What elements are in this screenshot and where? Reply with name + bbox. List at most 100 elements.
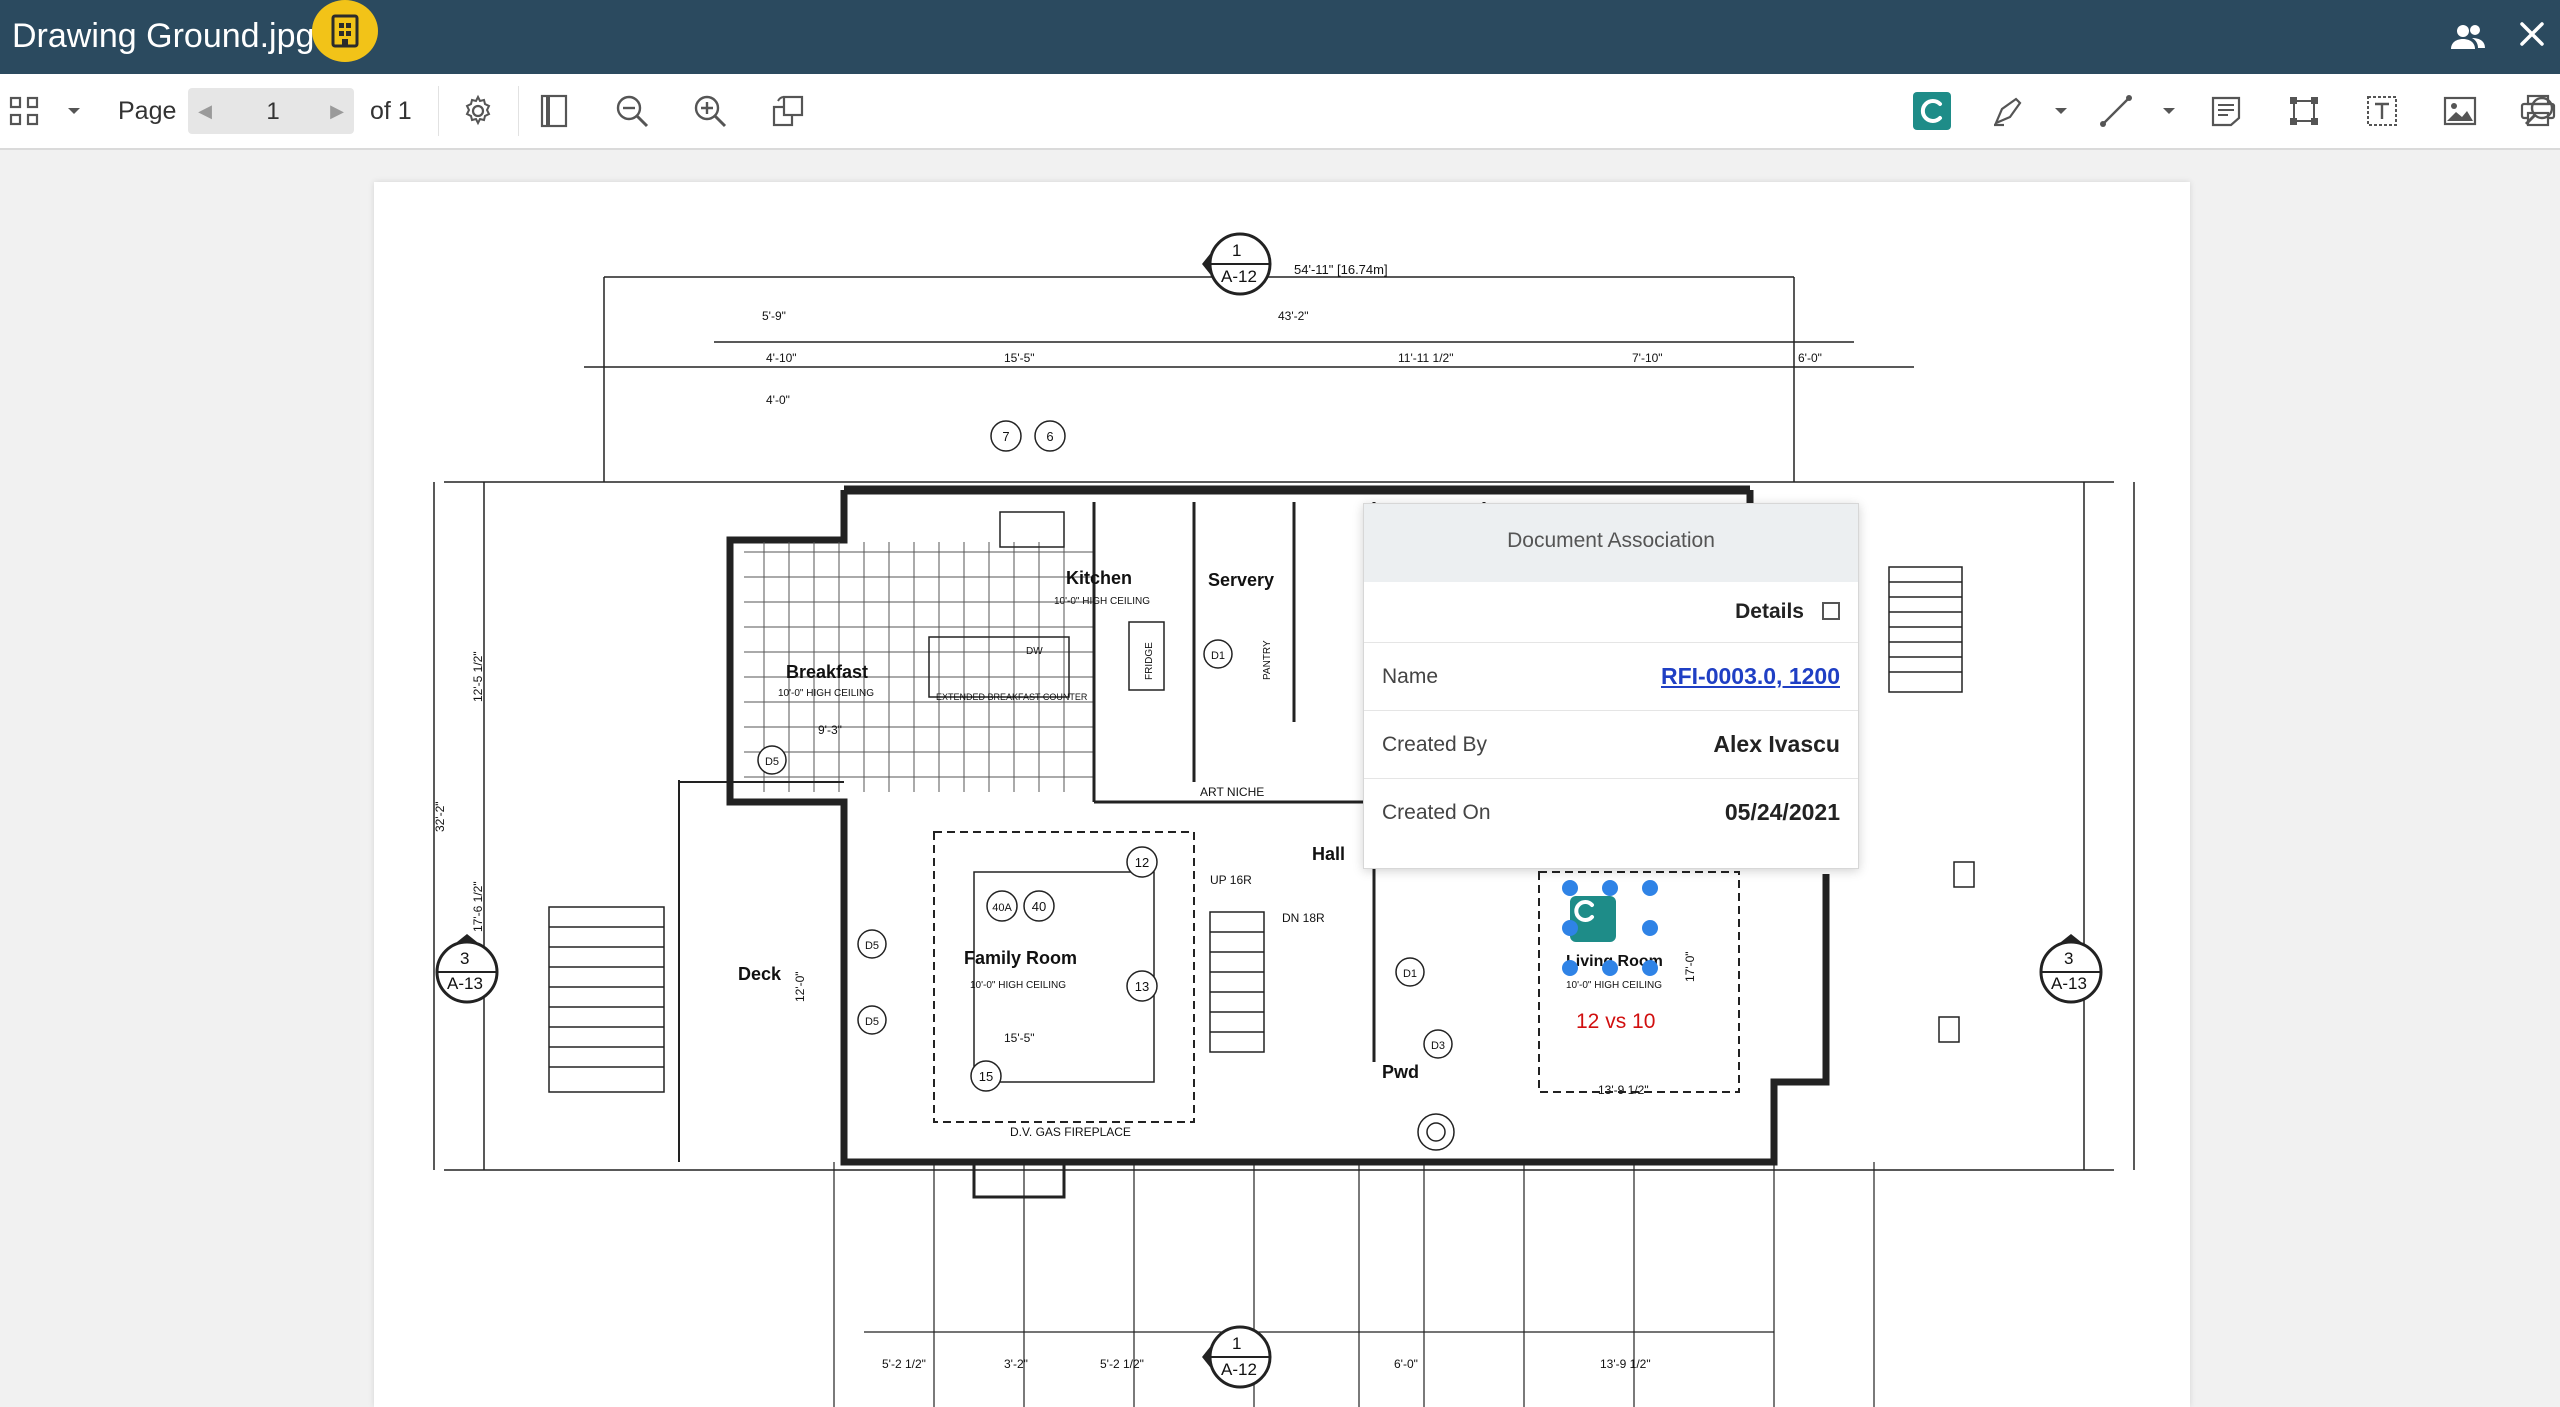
section-mark-sheet: A-12 — [1221, 267, 1257, 286]
details-toggle[interactable]: Details — [1364, 582, 1858, 643]
details-label: Details — [1735, 600, 1804, 623]
ceiling-note: 10'-0" HIGH CEILING — [970, 980, 1066, 991]
page-number-input[interactable] — [228, 91, 318, 133]
floor-plan-drawing: 1 A-12 3 A-13 3 A-13 1 A-12 54'-11" [16.… — [433, 232, 2135, 1407]
svg-text:40A: 40A — [992, 902, 1012, 914]
next-page-icon[interactable]: ▶ — [320, 88, 354, 134]
line-tool-icon[interactable] — [2096, 91, 2136, 131]
section-mark-sheet: A-13 — [447, 974, 483, 993]
room-label-hall: Hall — [1312, 844, 1345, 864]
selection-handle[interactable] — [1642, 960, 1658, 976]
toolbar-divider — [518, 86, 519, 136]
annotation-label: 12 vs 10 — [1576, 1010, 1656, 1033]
previous-page-icon[interactable]: ◀ — [188, 88, 222, 134]
annotation-marker-icon[interactable] — [1570, 896, 1616, 942]
ceiling-note: 10'-0" HIGH CEILING — [1566, 980, 1662, 991]
created-by-row: Created By Alex Ivascu — [1364, 711, 1858, 779]
ceiling-note: 10'-0" HIGH CEILING — [778, 688, 874, 699]
pen-options-chevron-down-icon[interactable] — [2048, 91, 2074, 131]
name-row: Name RFI-0003.0, 1200 — [1364, 643, 1858, 711]
svg-text:D5: D5 — [765, 756, 779, 768]
selection-handle[interactable] — [1562, 880, 1578, 896]
room-label-servery: Servery — [1208, 570, 1274, 590]
room-label-pwd: Pwd — [1382, 1062, 1419, 1082]
dimension: 5'-2 1/2" — [1100, 1357, 1144, 1371]
document-type-badge-icon[interactable] — [312, 0, 378, 62]
callout-tag: 6 — [1034, 420, 1066, 452]
counter-label: EXTENDED BREAKFAST COUNTER — [936, 692, 1088, 702]
callout-tag: D5 — [857, 929, 887, 959]
thumbnails-grid-icon[interactable] — [4, 91, 44, 131]
dimension: 17'-6 1/2" — [471, 881, 485, 932]
single-page-view-icon[interactable] — [534, 91, 574, 131]
section-mark-sheet: A-12 — [1221, 1360, 1257, 1379]
collapse-icon[interactable] — [1822, 602, 1840, 620]
selection-handle[interactable] — [1602, 880, 1618, 896]
document-title: Drawing Ground.jpg — [12, 17, 315, 55]
title-bar: Drawing Ground.jpg — [0, 0, 2560, 74]
dimension: 15'-5" — [1004, 1031, 1035, 1045]
callout-tag: D1 — [1395, 957, 1425, 987]
rfi-link[interactable]: RFI-0003.0, 1200 — [1661, 663, 1840, 690]
selection-handle[interactable] — [1602, 960, 1618, 976]
room-label-deck: Deck — [738, 964, 782, 984]
fireplace-label: D.V. GAS FIREPLACE — [1010, 1125, 1131, 1139]
section-mark-number: 3 — [460, 949, 469, 968]
ceiling-note: 10'-0" HIGH CEILING — [1054, 596, 1150, 607]
dimension: 6'-0" — [1798, 351, 1822, 365]
drawing-canvas[interactable]: 1 A-12 3 A-13 3 A-13 1 A-12 54'-11" [16.… — [374, 182, 2190, 1407]
dishwasher-label: DW — [1026, 646, 1043, 657]
dimension: 15'-5" — [1004, 351, 1035, 365]
callout-tag: 7 — [990, 420, 1022, 452]
close-icon[interactable] — [2512, 14, 2552, 54]
insert-image-icon[interactable] — [2440, 91, 2480, 131]
callout-tag: 12 — [1126, 846, 1158, 878]
svg-text:7: 7 — [1002, 429, 1009, 444]
created-by-key: Created By — [1382, 733, 1488, 756]
settings-gear-icon[interactable] — [458, 91, 498, 131]
selection-handle[interactable] — [1562, 920, 1578, 936]
dimension: 4'-0" — [766, 393, 790, 407]
dimension: 6'-0" — [1394, 1357, 1418, 1371]
created-by-value: Alex Ivascu — [1713, 731, 1840, 757]
toolbar: Page ◀ ▶ of 1 — [0, 74, 2560, 150]
stair-down-label: DN 18R — [1282, 911, 1325, 925]
svg-text:D5: D5 — [865, 1016, 879, 1028]
selection-handle[interactable] — [1642, 880, 1658, 896]
selection-handle[interactable] — [1642, 920, 1658, 936]
dimension: 17'-0" — [1683, 951, 1697, 982]
crop-area-icon[interactable] — [2284, 91, 2324, 131]
note-comment-icon[interactable] — [2206, 91, 2246, 131]
created-on-key: Created On — [1382, 801, 1491, 824]
callout-tag: 15 — [970, 1060, 1002, 1092]
line-options-chevron-down-icon[interactable] — [2156, 91, 2182, 131]
zoom-in-icon[interactable] — [690, 91, 730, 131]
dimension: 9'-3" — [818, 723, 842, 737]
zoom-out-icon[interactable] — [612, 91, 652, 131]
text-box-icon-duplicate — [2362, 91, 2402, 131]
dimension: 11'-11 1/2" — [1398, 351, 1453, 365]
svg-text:D1: D1 — [1403, 968, 1417, 980]
page-navigator: ◀ ▶ — [188, 88, 354, 134]
callout-tag: D5 — [757, 745, 787, 775]
pantry-label: PANTRY — [1262, 640, 1273, 680]
search-icon[interactable] — [2520, 91, 2560, 131]
name-key: Name — [1382, 665, 1439, 688]
page-label: Page — [118, 97, 177, 125]
callout-tag: 40A — [986, 890, 1018, 922]
created-on-row: Created On 05/24/2021 — [1364, 779, 1858, 846]
created-on-value: 05/24/2021 — [1724, 799, 1840, 825]
view-menu-chevron-down-icon[interactable] — [60, 91, 88, 131]
rotate-page-icon[interactable] — [768, 91, 808, 131]
users-icon[interactable] — [2448, 18, 2488, 58]
dimension: 4'-10" — [766, 351, 797, 365]
overall-dimension: 54'-11" [16.74m] — [1294, 262, 1388, 277]
dimension: 7'-10" — [1632, 351, 1663, 365]
svg-text:40: 40 — [1032, 899, 1046, 914]
selection-handle[interactable] — [1562, 960, 1578, 976]
dimension: 12'-5 1/2" — [471, 651, 485, 702]
annotation-logo-icon[interactable] — [1910, 91, 1954, 131]
room-label-breakfast: Breakfast — [786, 662, 868, 682]
dimension: 3'-2" — [1004, 1357, 1028, 1371]
highlighter-pen-icon[interactable] — [1988, 91, 2028, 131]
